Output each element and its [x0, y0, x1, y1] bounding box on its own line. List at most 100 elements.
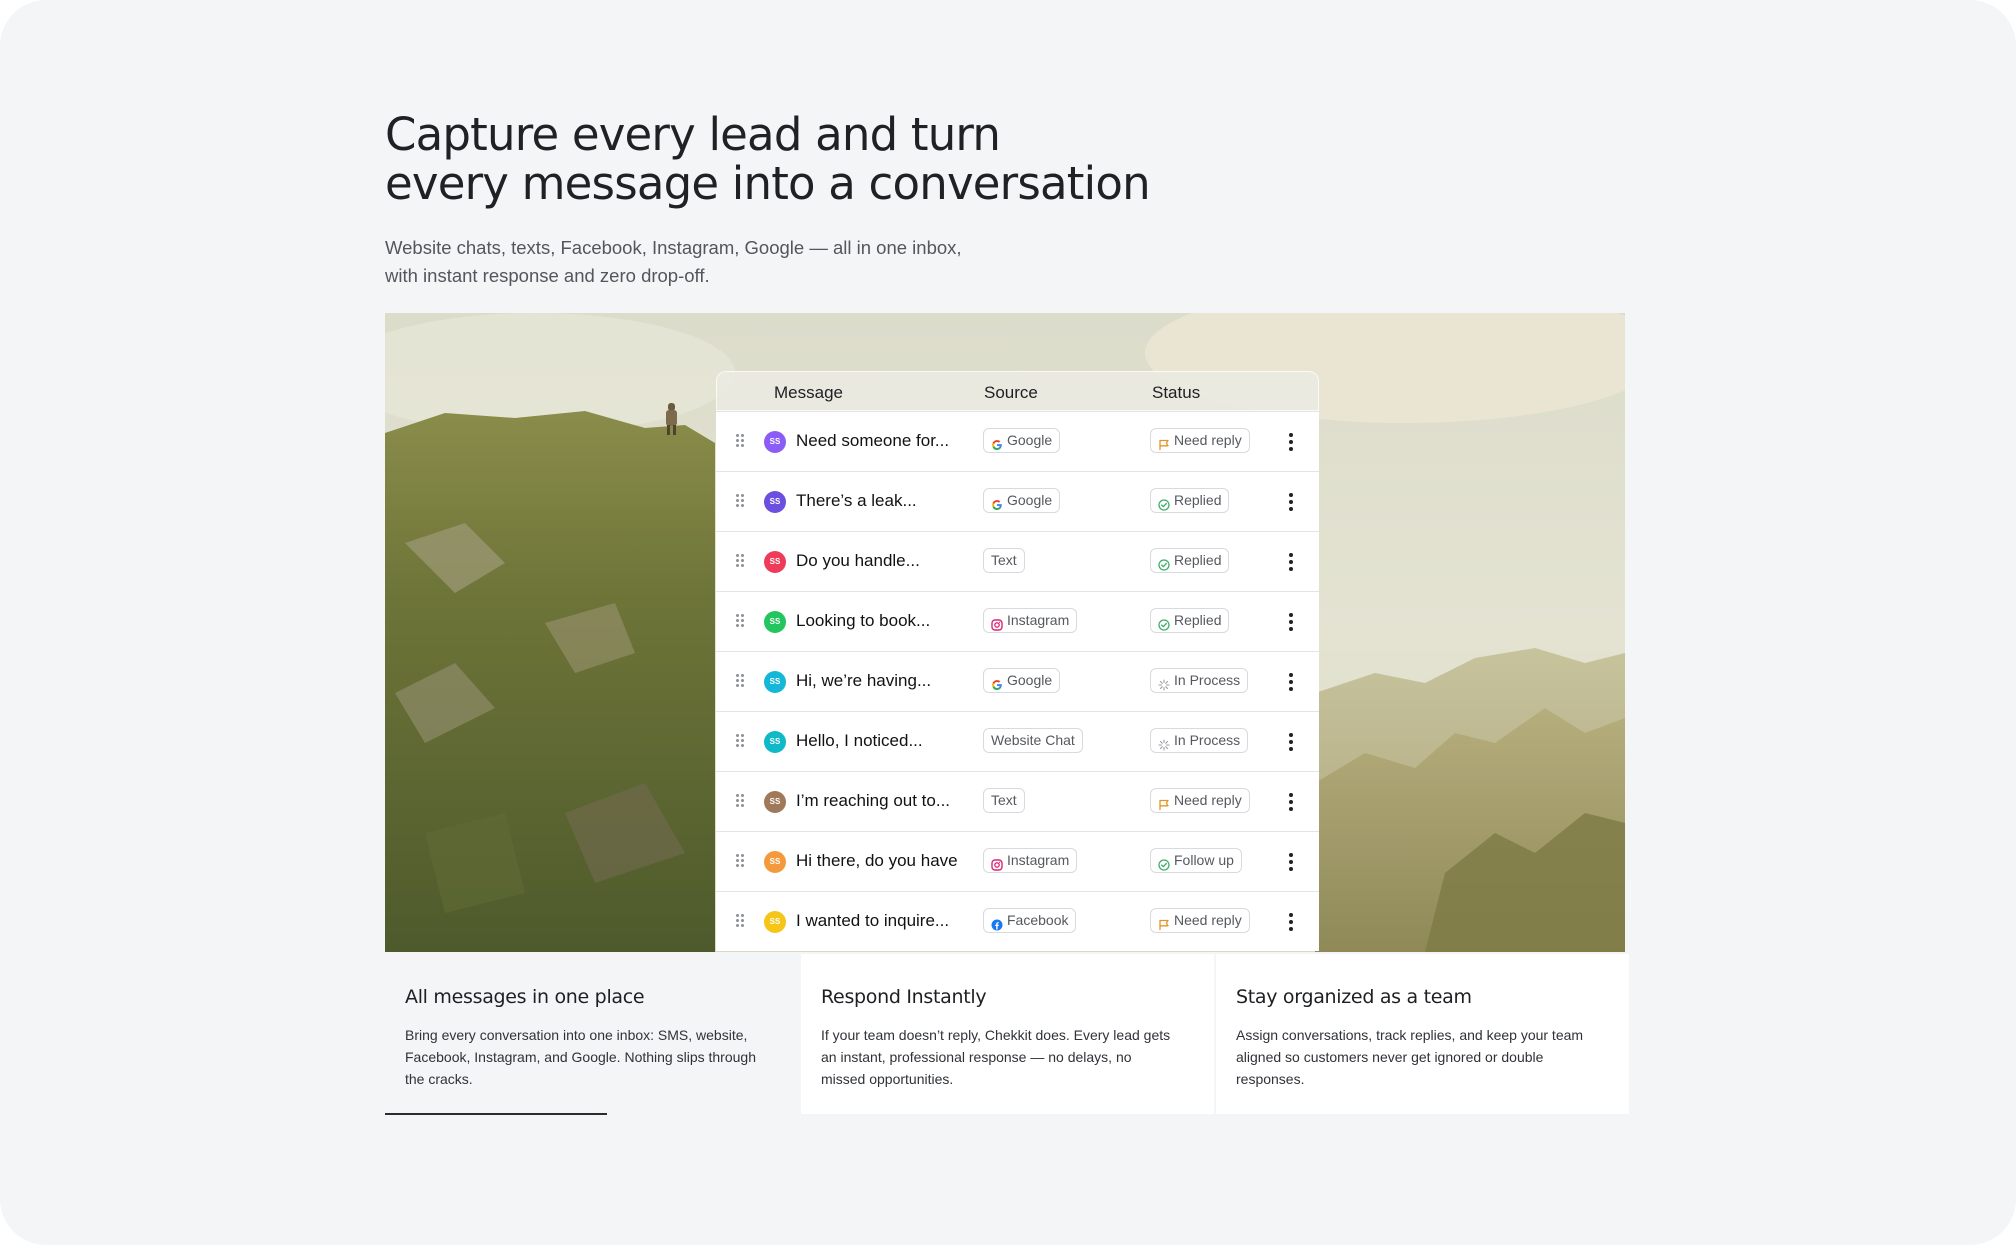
facebook-icon	[991, 915, 1003, 930]
source-label: Text	[991, 792, 1017, 808]
message-preview[interactable]: Hi, we’re having...	[796, 671, 931, 691]
table-row[interactable]: SS Hi there, do you have Instagram Follow u…	[716, 831, 1319, 891]
google-icon	[991, 495, 1003, 510]
status-badge[interactable]: In Process	[1150, 668, 1249, 693]
avatar: SS	[764, 851, 786, 873]
feature-body: If your team doesn’t reply, Chekkit does…	[821, 1027, 1171, 1087]
status-badge[interactable]: Follow up	[1150, 848, 1242, 873]
status-badge[interactable]: Need reply	[1150, 908, 1250, 933]
source-label: Google	[1007, 432, 1053, 448]
feature-card-stay-organized[interactable]: Stay organized as a team Assign conversa…	[1216, 954, 1629, 1114]
feature-title: Respond Instantly	[821, 986, 987, 1008]
feature-title: All messages in one place	[405, 986, 645, 1008]
page-frame: Capture every lead and turn every messag…	[0, 0, 2016, 1245]
source-label: Google	[1007, 672, 1053, 688]
drag-handle-icon[interactable]	[736, 674, 746, 688]
google-icon	[991, 675, 1003, 690]
column-header-message[interactable]: Message	[774, 383, 843, 403]
table-row[interactable]: SS Need someone for... Google Need reply	[716, 411, 1319, 471]
feature-card-all-messages[interactable]: All messages in one place Bring every co…	[385, 954, 799, 1114]
source-badge: Text	[983, 548, 1025, 573]
more-options-icon[interactable]	[1288, 433, 1294, 451]
status-badge[interactable]: Replied	[1150, 488, 1230, 513]
column-header-source[interactable]: Source	[984, 383, 1038, 403]
more-options-icon[interactable]	[1288, 553, 1294, 571]
message-preview[interactable]: Hello, I noticed...	[796, 731, 923, 751]
source-badge: Website Chat	[983, 728, 1083, 753]
inbox-rows: SS Need someone for... Google Need reply SS T…	[716, 411, 1319, 951]
instagram-icon	[991, 855, 1003, 871]
avatar: SS	[764, 671, 786, 693]
table-row[interactable]: SS Hello, I noticed... Website Chat In Proc…	[716, 711, 1319, 771]
flag-icon	[1158, 435, 1170, 450]
avatar: SS	[764, 911, 786, 933]
source-badge: Google	[983, 668, 1061, 693]
source-badge: Text	[983, 788, 1025, 813]
check-circle-icon	[1158, 615, 1170, 631]
drag-handle-icon[interactable]	[736, 794, 746, 808]
source-label: Website Chat	[991, 732, 1075, 748]
source-badge: Facebook	[983, 908, 1077, 933]
more-options-icon[interactable]	[1288, 613, 1294, 631]
source-label: Facebook	[1007, 912, 1069, 928]
drag-handle-icon[interactable]	[736, 494, 746, 508]
more-options-icon[interactable]	[1288, 733, 1294, 751]
more-options-icon[interactable]	[1288, 673, 1294, 691]
message-preview[interactable]: Looking to book...	[796, 611, 930, 631]
message-preview[interactable]: Need someone for...	[796, 431, 949, 451]
check-circle-icon	[1158, 855, 1170, 871]
check-circle-icon	[1158, 555, 1170, 571]
status-label: Need reply	[1174, 792, 1242, 808]
page-title-line-2: every message into a conversation	[385, 157, 1151, 210]
avatar: SS	[764, 791, 786, 813]
status-badge[interactable]: Need reply	[1150, 428, 1250, 453]
message-preview[interactable]: Do you handle...	[796, 551, 920, 571]
source-badge: Google	[983, 428, 1061, 453]
avatar: SS	[764, 431, 786, 453]
message-preview[interactable]: Hi there, do you have	[796, 851, 958, 871]
page-title: Capture every lead and turn every messag…	[385, 110, 1285, 208]
status-badge[interactable]: Replied	[1150, 548, 1230, 573]
drag-handle-icon[interactable]	[736, 854, 746, 868]
status-badge[interactable]: Need reply	[1150, 788, 1250, 813]
more-options-icon[interactable]	[1288, 853, 1294, 871]
status-label: Replied	[1174, 612, 1222, 628]
table-row[interactable]: SS Hi, we’re having... Google In Process	[716, 651, 1319, 711]
status-label: In Process	[1174, 732, 1241, 748]
status-label: Need reply	[1174, 432, 1242, 448]
drag-handle-icon[interactable]	[736, 554, 746, 568]
table-row[interactable]: SS I’m reaching out to... Text Need reply	[716, 771, 1319, 831]
flag-icon	[1158, 795, 1170, 810]
column-header-status[interactable]: Status	[1152, 383, 1200, 403]
avatar: SS	[764, 611, 786, 633]
table-row[interactable]: SS Do you handle... Text Replied	[716, 531, 1319, 591]
table-row[interactable]: SS Looking to book... Instagram Replied	[716, 591, 1319, 651]
feature-title: Stay organized as a team	[1236, 986, 1472, 1008]
feature-body: Bring every conversation into one inbox:…	[405, 1027, 756, 1087]
status-label: Need reply	[1174, 912, 1242, 928]
feature-cards: All messages in one place Bring every co…	[385, 954, 1629, 1114]
more-options-icon[interactable]	[1288, 793, 1294, 811]
more-options-icon[interactable]	[1288, 493, 1294, 511]
check-circle-icon	[1158, 495, 1170, 511]
inbox-table-header: Message Source Status	[716, 371, 1319, 411]
drag-handle-icon[interactable]	[736, 914, 746, 928]
flag-icon	[1158, 915, 1170, 930]
feature-card-respond-instantly[interactable]: Respond Instantly If your team doesn’t r…	[801, 954, 1214, 1114]
drag-handle-icon[interactable]	[736, 734, 746, 748]
source-label: Instagram	[1007, 852, 1070, 868]
status-label: Replied	[1174, 492, 1222, 508]
table-row[interactable]: SS I wanted to inquire... Facebook Need rep…	[716, 891, 1319, 951]
message-preview[interactable]: I wanted to inquire...	[796, 911, 949, 931]
drag-handle-icon[interactable]	[736, 434, 746, 448]
status-badge[interactable]: Replied	[1150, 608, 1230, 633]
more-options-icon[interactable]	[1288, 913, 1294, 931]
page-subtitle-line-2: with instant response and zero drop-off.	[385, 265, 710, 286]
message-preview[interactable]: There’s a leak...	[796, 491, 917, 511]
table-row[interactable]: SS There’s a leak... Google Replied	[716, 471, 1319, 531]
source-badge: Instagram	[983, 848, 1078, 873]
drag-handle-icon[interactable]	[736, 614, 746, 628]
status-label: In Process	[1174, 672, 1241, 688]
status-badge[interactable]: In Process	[1150, 728, 1249, 753]
message-preview[interactable]: I’m reaching out to...	[796, 791, 950, 811]
